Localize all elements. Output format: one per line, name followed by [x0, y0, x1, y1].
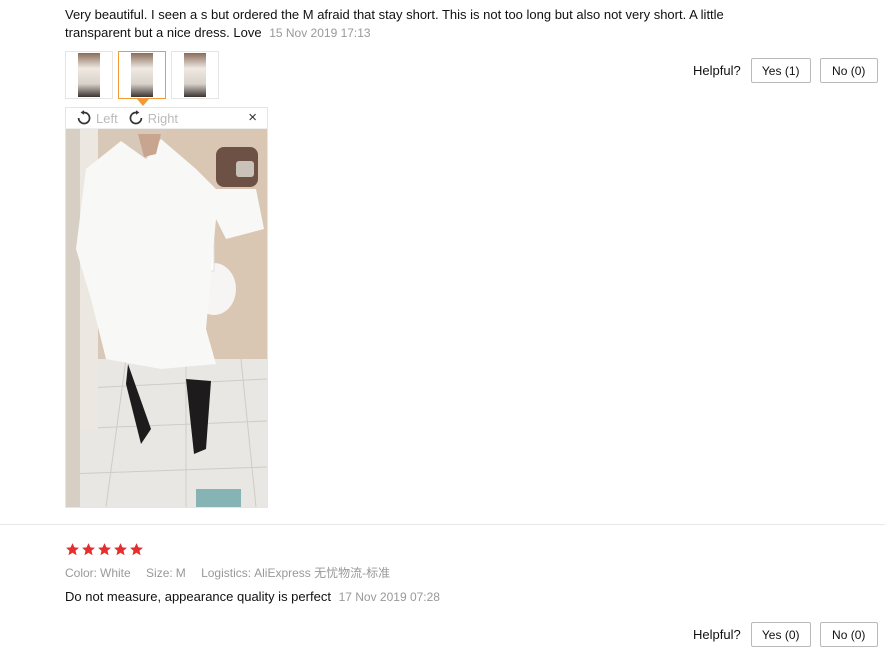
- review-2-star-rating: [65, 542, 144, 557]
- rotate-left-icon: [77, 110, 91, 125]
- review-1-date: 15 Nov 2019 17:13: [269, 26, 371, 40]
- rotate-right-icon: [129, 110, 142, 125]
- rotate-right-label: Right: [147, 110, 179, 126]
- star-icon: [114, 543, 127, 556]
- review-2-date: 17 Nov 2019 07:28: [338, 590, 440, 604]
- review-1-thumbnail-3[interactable]: [171, 51, 219, 99]
- star-icon: [82, 543, 95, 556]
- review-1-text-block: Very beautiful. I seen a s but ordered t…: [65, 6, 785, 42]
- review-1-helpful: Helpful? Yes (1) No (0): [693, 58, 878, 83]
- image-viewer-toolbar: Left Right ×: [66, 108, 267, 129]
- close-icon[interactable]: ×: [248, 109, 257, 126]
- rotate-left-label: Left: [96, 110, 118, 126]
- size-key: Size:: [146, 566, 173, 580]
- helpful-yes-button[interactable]: Yes (1): [750, 58, 811, 83]
- review-1-text: Very beautiful. I seen a s but ordered t…: [65, 7, 724, 40]
- review-photo: [66, 129, 267, 507]
- logistics-value: AliExpress 无忧物流-标准: [254, 566, 391, 580]
- helpful-label: Helpful?: [693, 627, 741, 642]
- review-2-helpful: Helpful? Yes (0) No (0): [693, 622, 878, 647]
- helpful-label: Helpful?: [693, 63, 741, 78]
- review-2-meta: Color: White Size: M Logistics: AliExpress …: [65, 564, 402, 581]
- selected-caret-icon: [137, 99, 149, 106]
- helpful-no-button[interactable]: No (0): [819, 622, 878, 647]
- logistics-key: Logistics:: [201, 566, 252, 580]
- helpful-no-button[interactable]: No (0): [819, 58, 878, 83]
- size-value: M: [175, 566, 186, 580]
- color-key: Color:: [65, 566, 98, 580]
- star-icon: [66, 543, 79, 556]
- review-2-text-block: Do not measure, appearance quality is pe…: [65, 589, 440, 604]
- rotate-left-button[interactable]: Left: [76, 110, 118, 126]
- rotate-right-button[interactable]: Right: [128, 110, 178, 126]
- review-2-text: Do not measure, appearance quality is pe…: [65, 589, 331, 604]
- star-icon: [98, 543, 111, 556]
- review-1-image-viewer: Left Right ×: [65, 107, 268, 508]
- review-divider: [0, 524, 885, 525]
- review-1-thumbnail-1[interactable]: [65, 51, 113, 99]
- review-1-thumbnail-2[interactable]: [118, 51, 166, 106]
- color-value: White: [100, 566, 131, 580]
- review-1-thumbnails: [65, 51, 219, 106]
- helpful-yes-button[interactable]: Yes (0): [750, 622, 811, 647]
- star-icon: [130, 543, 143, 556]
